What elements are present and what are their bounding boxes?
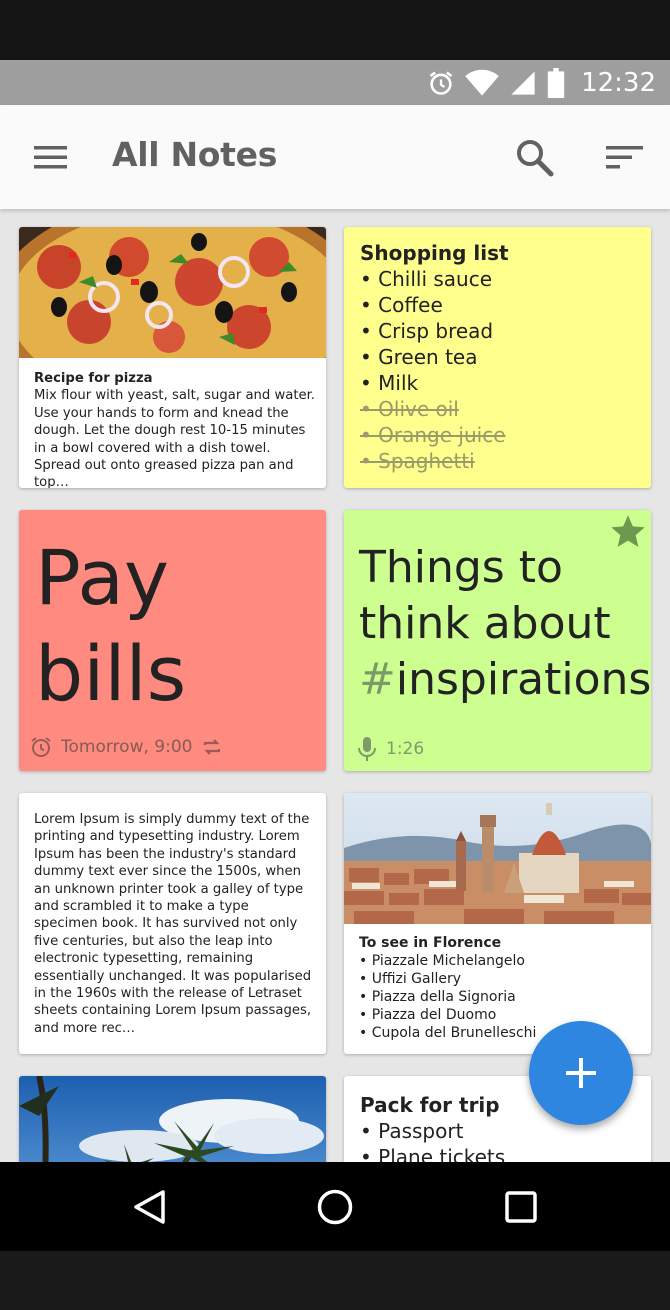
note-title: Recipe for pizza: [34, 371, 153, 386]
top-black-area: [0, 0, 670, 60]
sort-button[interactable]: [604, 143, 646, 176]
note-card-inspirations[interactable]: Things to think about #inspirations 1:26: [344, 510, 651, 771]
note-card-pizza[interactable]: Recipe for pizza Mix flour with yeast, s…: [19, 227, 326, 488]
list-item: • Crisp bread: [360, 319, 494, 343]
system-nav-bar: [0, 1162, 670, 1251]
note-body: Lorem Ipsum is simply dummy text of the …: [34, 812, 312, 1036]
audio-chip: 1:26: [356, 736, 424, 762]
home-button[interactable]: [316, 1188, 354, 1231]
list-item: • Uffizi Gallery: [359, 971, 462, 987]
audio-duration: 1:26: [386, 739, 425, 759]
sort-icon: [606, 146, 643, 169]
hashtag-symbol: #: [359, 654, 396, 705]
florence-image: [344, 793, 651, 924]
reminder-time: Tomorrow, 9:00: [61, 737, 193, 757]
note-title: To see in Florence: [359, 935, 502, 951]
home-icon: [317, 1189, 353, 1225]
battery-icon: [547, 67, 565, 98]
back-icon: [134, 1190, 165, 1224]
search-button[interactable]: [512, 135, 556, 184]
note-body: Mix flour with yeast, salt, sugar and wa…: [34, 388, 315, 488]
microphone-icon: [358, 737, 376, 761]
notes-grid: Recipe for pizza Mix flour with yeast, s…: [0, 209, 670, 1162]
checked-list-item: • Olive oil: [360, 397, 459, 421]
pizza-image: [19, 227, 326, 358]
note-card-shopping-list[interactable]: Shopping list • Chilli sauce • Coffee • …: [344, 227, 651, 488]
add-note-button[interactable]: [529, 1021, 633, 1125]
recents-button[interactable]: [503, 1189, 539, 1230]
list-item: • Green tea: [360, 345, 478, 369]
note-card-pay-bills[interactable]: Pay bills Tomorrow, 9:00: [19, 510, 326, 771]
menu-icon: [34, 146, 67, 169]
clock-time: 12:32: [581, 67, 656, 98]
list-item: • Plane tickets: [360, 1145, 506, 1162]
note-text-line: Pay: [35, 533, 169, 622]
note-title: Pack for trip: [360, 1093, 500, 1117]
note-card-beach[interactable]: [19, 1076, 326, 1162]
recents-icon: [505, 1191, 537, 1223]
repeat-icon: [204, 739, 221, 755]
bottom-black-area: [0, 1251, 670, 1310]
app-bar: All Notes: [0, 105, 670, 209]
status-bar: 12:32: [0, 60, 670, 105]
list-item: • Passport: [360, 1119, 464, 1143]
checked-list-item: • Spaghetti: [360, 449, 475, 473]
list-item: • Milk: [360, 371, 419, 395]
note-card-florence[interactable]: To see in Florence • Piazzale Michelange…: [344, 793, 651, 1054]
signal-icon: [511, 70, 535, 95]
back-button[interactable]: [130, 1188, 170, 1231]
page-title: All Notes: [112, 135, 278, 174]
list-item: • Coffee: [360, 293, 443, 317]
wifi-icon: [465, 69, 499, 96]
alarm-icon: [429, 70, 453, 95]
note-text-line: Things to: [359, 542, 563, 593]
menu-button[interactable]: [30, 143, 70, 176]
alarm-icon: [31, 737, 51, 757]
list-item: • Piazza della Signoria: [359, 989, 516, 1005]
note-text-line: bills: [35, 629, 187, 718]
search-icon: [517, 140, 554, 177]
reminder-chip: Tomorrow, 9:00: [29, 735, 224, 759]
list-item: • Piazzale Michelangelo: [359, 953, 525, 969]
note-card-lorem-ipsum[interactable]: Lorem Ipsum is simply dummy text of the …: [19, 793, 326, 1054]
note-title: Shopping list: [360, 241, 509, 265]
checked-list-item: • Orange juice: [360, 423, 506, 447]
hashtag-text: inspirations: [395, 654, 651, 705]
note-text-line: think about: [359, 598, 611, 649]
list-item: • Piazza del Duomo: [359, 1007, 497, 1023]
plus-icon: [566, 1058, 596, 1088]
list-item: • Chilli sauce: [360, 267, 493, 291]
palm-tree-image: [19, 1076, 326, 1162]
